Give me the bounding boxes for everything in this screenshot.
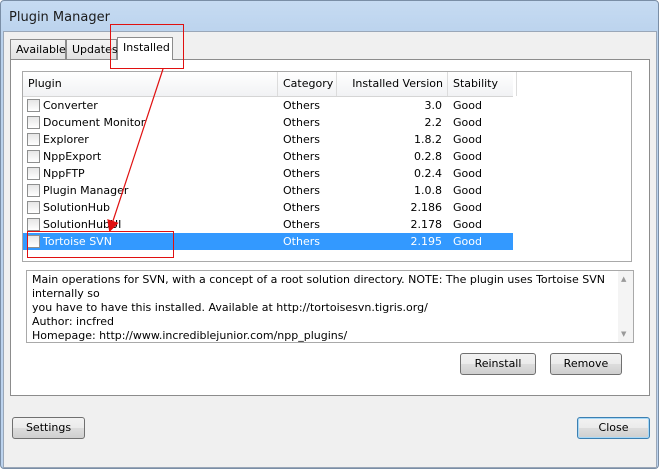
plugin-category: Others bbox=[283, 150, 320, 163]
plugin-name: Plugin Manager bbox=[43, 184, 129, 197]
plugin-row[interactable]: Converter Others 3.0 Good bbox=[23, 97, 513, 114]
description-line: Main operations for SVN, with a concept … bbox=[32, 273, 606, 300]
reinstall-button[interactable]: Reinstall bbox=[460, 353, 536, 375]
remove-button[interactable]: Remove bbox=[550, 353, 622, 375]
plugin-checkbox[interactable] bbox=[27, 99, 40, 112]
list-header: Plugin Category Installed Version Stabil… bbox=[23, 72, 517, 97]
plugin-row[interactable]: Document Monitor Others 2.2 Good bbox=[23, 114, 513, 131]
column-header-stability[interactable]: Stability bbox=[448, 72, 517, 96]
close-button[interactable]: Close bbox=[577, 417, 650, 439]
plugin-version: 3.0 bbox=[424, 99, 443, 112]
plugin-category: Others bbox=[283, 99, 320, 112]
settings-button[interactable]: Settings bbox=[12, 417, 85, 439]
plugin-stability: Good bbox=[453, 218, 482, 231]
plugin-row[interactable]: NppExport Others 0.2.8 Good bbox=[23, 148, 513, 165]
plugin-row[interactable]: Explorer Others 1.8.2 Good bbox=[23, 131, 513, 148]
column-header-plugin[interactable]: Plugin bbox=[23, 72, 278, 96]
plugin-description-box[interactable]: Main operations for SVN, with a concept … bbox=[26, 270, 634, 343]
plugin-category: Others bbox=[283, 167, 320, 180]
plugin-checkbox[interactable] bbox=[27, 201, 40, 214]
plugin-row[interactable]: Plugin Manager Others 1.0.8 Good bbox=[23, 182, 513, 199]
plugin-category: Others bbox=[283, 201, 320, 214]
plugin-name: Converter bbox=[43, 99, 98, 112]
plugin-category: Others bbox=[283, 184, 320, 197]
plugin-name: Explorer bbox=[43, 133, 89, 146]
plugin-checkbox[interactable] bbox=[27, 133, 40, 146]
description-homepage: Homepage: http://www.incrediblejunior.co… bbox=[32, 329, 348, 342]
plugin-version: 1.0.8 bbox=[414, 184, 442, 197]
plugin-category: Others bbox=[283, 116, 320, 129]
plugin-name: NppExport bbox=[43, 150, 102, 163]
plugin-version: 2.2 bbox=[424, 116, 443, 129]
plugin-name: SolutionHub bbox=[43, 201, 111, 214]
plugin-name: NppFTP bbox=[43, 167, 85, 180]
plugin-stability: Good bbox=[453, 150, 482, 163]
description-line: you have to have this installed. Availab… bbox=[32, 301, 428, 314]
plugin-checkbox[interactable] bbox=[27, 150, 40, 163]
plugin-stability: Good bbox=[453, 235, 482, 248]
plugin-stability: Good bbox=[453, 133, 482, 146]
plugin-stability: Good bbox=[453, 167, 482, 180]
tab-available[interactable]: Available bbox=[10, 39, 66, 59]
plugin-version: 2.186 bbox=[410, 201, 443, 214]
plugin-version: 0.2.4 bbox=[414, 167, 442, 180]
plugin-description: Main operations for SVN, with a concept … bbox=[32, 273, 612, 342]
description-author: Author: incfred bbox=[32, 315, 115, 328]
column-header-category[interactable]: Category bbox=[278, 72, 337, 96]
plugin-version: 2.178 bbox=[410, 218, 443, 231]
plugin-version: 1.8.2 bbox=[414, 133, 442, 146]
description-scrollbar[interactable]: ▲ ▼ bbox=[618, 271, 633, 342]
plugin-row[interactable]: SolutionHub Others 2.186 Good bbox=[23, 199, 513, 216]
plugin-checkbox[interactable] bbox=[27, 184, 40, 197]
scroll-down-arrow-icon[interactable]: ▼ bbox=[621, 330, 626, 338]
plugin-stability: Good bbox=[453, 184, 482, 197]
plugin-version: 0.2.8 bbox=[414, 150, 442, 163]
column-header-installed-version[interactable]: Installed Version bbox=[337, 72, 448, 96]
scroll-up-arrow-icon[interactable]: ▲ bbox=[621, 275, 626, 283]
plugin-checkbox[interactable] bbox=[27, 218, 40, 231]
window-title: Plugin Manager bbox=[9, 10, 110, 25]
plugin-name: Document Monitor bbox=[43, 116, 146, 129]
annotation-highlight-tortoise-svn bbox=[27, 231, 174, 258]
plugin-category: Others bbox=[283, 218, 320, 231]
plugin-stability: Good bbox=[453, 116, 482, 129]
plugin-category: Others bbox=[283, 235, 320, 248]
plugin-checkbox[interactable] bbox=[27, 167, 40, 180]
plugin-version: 2.195 bbox=[410, 235, 443, 248]
plugin-category: Others bbox=[283, 133, 320, 146]
plugin-checkbox[interactable] bbox=[27, 116, 40, 129]
plugin-row[interactable]: NppFTP Others 0.2.4 Good bbox=[23, 165, 513, 182]
plugin-stability: Good bbox=[453, 99, 482, 112]
annotation-highlight-installed-tab bbox=[110, 24, 184, 69]
plugin-stability: Good bbox=[453, 201, 482, 214]
